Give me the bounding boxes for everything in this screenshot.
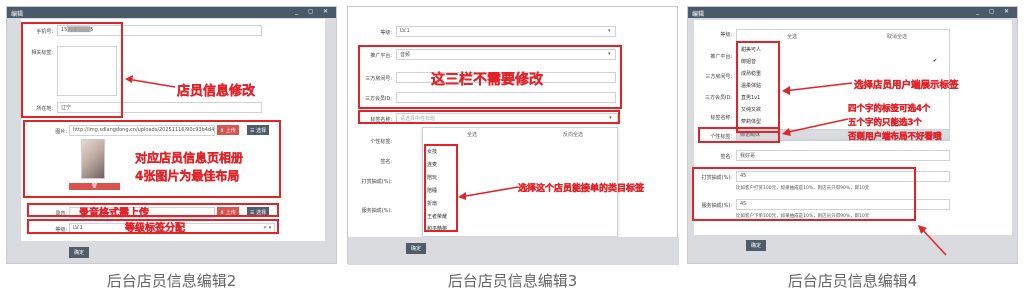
panel-edit-3: 等级: LV.1 ▾ 推广平台: 音频 ▾ 三方房间号: 三方会员ID: 标签名…	[347, 6, 679, 265]
panel-edit-4: 编辑 _ ◻ ✕ 等级: 全选 取消全选 甜美可人 御姐音 成熟稳重 温柔体贴 …	[687, 6, 1018, 264]
caption-panel-3: 后台店员信息编辑3	[447, 272, 578, 290]
panel-edit-2: 编辑 _ ◻ ✕ 手机号: 15▒▒▒▒▒▒5 相关标签: 所在地: 辽宁 图片…	[6, 6, 337, 264]
caption-panel-4: 后台店员信息编辑4	[787, 272, 918, 290]
annotation-arrow	[458, 186, 519, 200]
annotation-arrow	[125, 75, 176, 88]
annotation-arrow	[782, 82, 947, 256]
caption-panel-2: 后台店员信息编辑2	[106, 272, 237, 290]
